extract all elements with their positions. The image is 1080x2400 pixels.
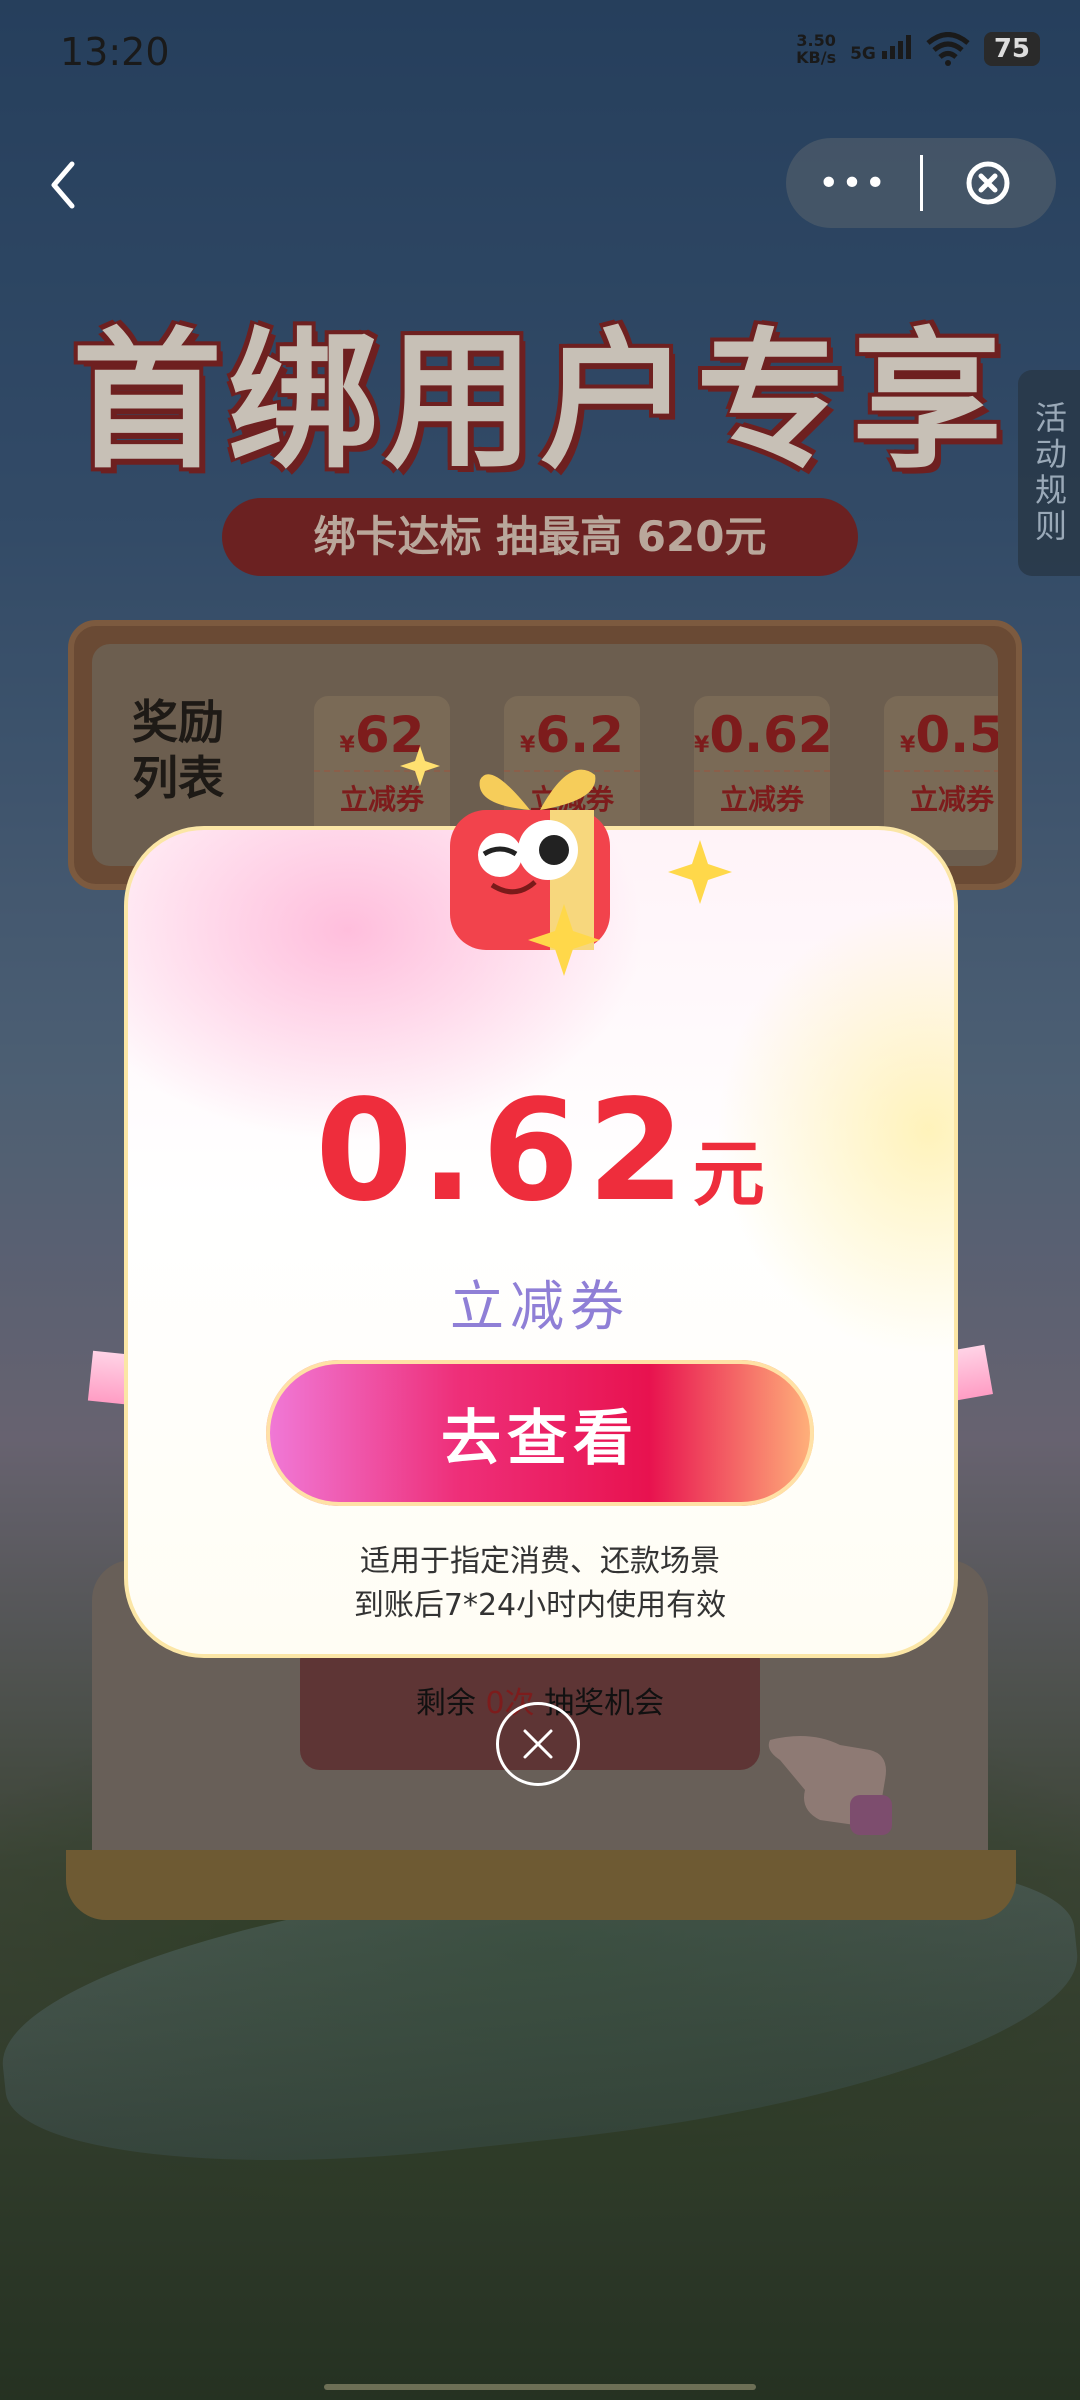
wifi-icon — [926, 32, 970, 66]
network-speed: 3.50 KB/s — [796, 31, 837, 67]
star-icon — [400, 746, 440, 786]
battery-icon: 75 — [983, 32, 1040, 66]
view-coupon-button[interactable]: 去查看 — [266, 1360, 814, 1506]
more-options-button[interactable]: ••• — [786, 163, 920, 204]
reward-amount: 0.62元 — [315, 1070, 765, 1233]
page-title: 首绑用户专享 — [71, 315, 1008, 489]
page-subtitle: 绑卡达标 抽最高 620元 — [222, 498, 858, 576]
close-popup-button[interactable] — [496, 1702, 580, 1786]
close-mini-program-button[interactable] — [923, 159, 1053, 207]
coupon-type-label: 立减券 — [450, 1275, 630, 1338]
signal-icon: 5G — [850, 34, 912, 64]
close-icon — [523, 1729, 553, 1759]
close-circle-icon — [966, 161, 1010, 205]
status-indicators: 3.50 KB/s 5G 75 — [796, 32, 1040, 66]
mini-program-capsule: ••• — [786, 138, 1056, 228]
reward-coupon: ¥0.5 立减券 — [884, 696, 998, 850]
activity-rules-tab[interactable]: 活动规则 — [1018, 370, 1080, 576]
star-icon — [528, 904, 600, 976]
home-indicator — [324, 2384, 756, 2390]
back-arrow-icon[interactable] — [40, 150, 90, 220]
star-icon — [668, 840, 732, 904]
reward-list-heading: 奖励 列表 — [132, 695, 224, 805]
status-time: 13:20 — [60, 30, 170, 74]
status-bar: 13:20 3.50 KB/s 5G 75 — [0, 0, 1080, 110]
pointing-hand-icon — [768, 1736, 892, 1835]
coupon-usage-note: 适用于指定消费、还款场景 到账后7*24小时内使用有效 — [353, 1544, 727, 1623]
lottery-machine-base — [66, 1850, 1016, 1920]
